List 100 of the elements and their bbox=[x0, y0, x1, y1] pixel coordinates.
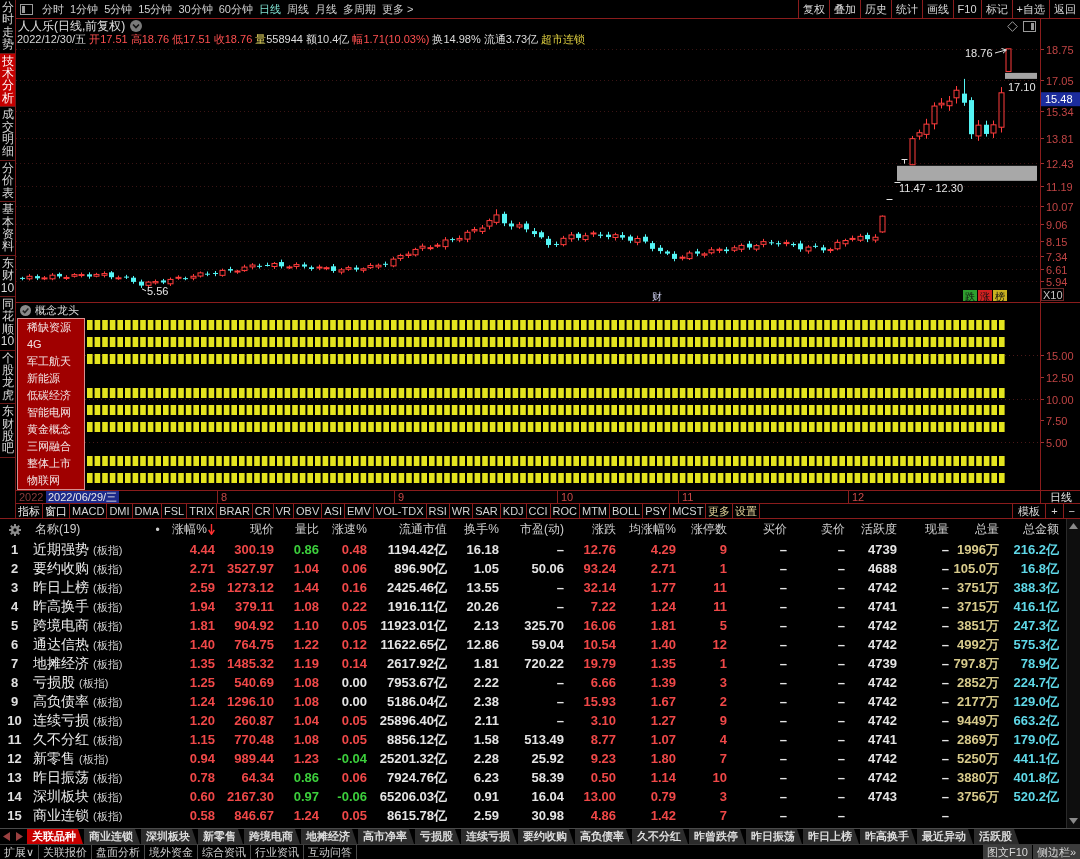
column-header[interactable]: 涨幅% bbox=[166, 519, 216, 540]
sheet-tab[interactable]: 昨曾跌停 bbox=[689, 829, 745, 844]
sheet-tab[interactable]: 深圳板块 bbox=[141, 829, 197, 844]
indicator-tab[interactable]: MTM bbox=[580, 504, 611, 518]
indicator-tab[interactable]: BRAR bbox=[217, 504, 253, 518]
indicator-tab[interactable]: FSL bbox=[162, 504, 188, 518]
indicator-tab[interactable]: ROC bbox=[550, 504, 580, 518]
sheet-tab[interactable]: 地摊经济 bbox=[301, 829, 357, 844]
panel-tab[interactable]: 扩展∨ bbox=[0, 845, 40, 859]
indicator-tab[interactable]: KDJ bbox=[500, 504, 527, 518]
sheet-tab[interactable]: 昨日振荡 bbox=[746, 829, 802, 844]
sheet-tab[interactable]: 昨日上榜 bbox=[803, 829, 859, 844]
panel-toggle-button[interactable]: 图文F10 bbox=[982, 845, 1032, 859]
sidebar-tab[interactable]: 东财10 bbox=[0, 255, 15, 297]
period-tab[interactable]: 5分钟 bbox=[101, 0, 136, 18]
sheet-tab[interactable]: 连续亏损 bbox=[461, 829, 517, 844]
toolbar-button[interactable]: F10 bbox=[952, 0, 981, 18]
sheet-tab[interactable]: 活跃股 bbox=[974, 829, 1019, 844]
indicator-tab[interactable]: VOL-TDX bbox=[373, 504, 427, 518]
column-header[interactable]: 量比 bbox=[275, 519, 320, 540]
sheet-tab[interactable]: 高市净率 bbox=[358, 829, 414, 844]
indicator-tab[interactable]: 更多 bbox=[706, 504, 734, 518]
period-tab[interactable]: 15分钟 bbox=[135, 0, 176, 18]
indicator-tab[interactable]: WR bbox=[449, 504, 474, 518]
period-tab[interactable]: 30分钟 bbox=[175, 0, 216, 18]
sidebar-tab[interactable]: 基本资料 bbox=[0, 202, 15, 256]
toolbar-button[interactable]: 叠加 bbox=[828, 0, 860, 18]
column-header[interactable]: 名称(19) bbox=[30, 519, 150, 540]
sidebar-tab[interactable]: 技术分析 bbox=[0, 53, 15, 108]
period-tab[interactable]: 月线 bbox=[312, 0, 340, 18]
indicator-tab[interactable]: TRIX bbox=[187, 504, 218, 518]
column-header[interactable]: 涨跌 bbox=[565, 519, 617, 540]
column-header[interactable]: 涨速% bbox=[320, 519, 368, 540]
sidebar-tab[interactable]: 成交明细 bbox=[0, 107, 15, 161]
sheet-tab[interactable]: 新零售 bbox=[198, 829, 243, 844]
sheet-tab[interactable]: 最近异动 bbox=[917, 829, 973, 844]
panel-tab[interactable]: 境外资金 bbox=[145, 845, 199, 859]
panel-tab[interactable]: 盘面分析 bbox=[92, 845, 146, 859]
column-header[interactable]: 现价 bbox=[216, 519, 275, 540]
panel-tool-button[interactable]: 模板 bbox=[1012, 504, 1046, 518]
column-header[interactable]: 总量 bbox=[950, 519, 1000, 540]
column-header[interactable]: 市盈(动) bbox=[500, 519, 565, 540]
sheet-tab[interactable]: 关联品种 bbox=[27, 829, 83, 844]
sheet-tab[interactable]: 亏损股 bbox=[415, 829, 460, 844]
period-tab[interactable]: 分时 bbox=[39, 0, 67, 18]
indicator-tab[interactable]: OBV bbox=[294, 504, 323, 518]
sheet-tab[interactable]: 昨高换手 bbox=[860, 829, 916, 844]
indicator-tab[interactable]: PSY bbox=[643, 504, 671, 518]
panel-tab[interactable]: 互动问答 bbox=[304, 845, 358, 859]
toolbar-button[interactable]: 标记 bbox=[980, 0, 1012, 18]
column-header[interactable]: • bbox=[150, 519, 166, 540]
indicator-tab[interactable]: SAR bbox=[473, 504, 501, 518]
indicator-tab[interactable]: 指标 bbox=[16, 504, 43, 518]
sheet-tab[interactable]: 高负债率 bbox=[575, 829, 631, 844]
panel-tab[interactable]: 行业资讯 bbox=[251, 845, 305, 859]
indicator-tab[interactable]: MCST bbox=[670, 504, 707, 518]
toolbar-button[interactable]: 画线 bbox=[921, 0, 953, 18]
period-tab[interactable]: 60分钟 bbox=[215, 0, 256, 18]
period-tab[interactable]: 更多 > bbox=[379, 0, 417, 18]
toolbar-button[interactable]: +自选 bbox=[1011, 0, 1049, 18]
sheet-tab[interactable]: 商业连锁 bbox=[84, 829, 140, 844]
period-tab[interactable]: 1分钟 bbox=[67, 0, 102, 18]
indicator-tab[interactable]: BOLL bbox=[610, 504, 644, 518]
column-header[interactable]: 均涨幅% bbox=[617, 519, 677, 540]
indicator-tab[interactable]: CCI bbox=[526, 504, 551, 518]
panel-tab[interactable]: 关联报价 bbox=[39, 845, 93, 859]
toolbar-button[interactable]: 返回 bbox=[1049, 0, 1080, 18]
panel-toggle-button[interactable]: 侧边栏» bbox=[1032, 845, 1080, 859]
toolbar-button[interactable]: 统计 bbox=[890, 0, 922, 18]
sidebar-tab[interactable]: 分时走势 bbox=[0, 0, 15, 54]
indicator-tab[interactable]: VR bbox=[273, 504, 294, 518]
column-header[interactable]: 换手% bbox=[448, 519, 500, 540]
column-header[interactable]: 流通市值 bbox=[368, 519, 448, 540]
period-tab[interactable]: 周线 bbox=[284, 0, 312, 18]
panel-tab[interactable]: 综合资讯 bbox=[198, 845, 252, 859]
sidebar-tab[interactable]: 个股龙虎 bbox=[0, 350, 15, 405]
indicator-tab[interactable]: ASI bbox=[322, 504, 345, 518]
indicator-tab[interactable]: CR bbox=[252, 504, 274, 518]
scrollbar[interactable] bbox=[1066, 519, 1080, 828]
indicator-tab[interactable]: EMV bbox=[344, 504, 374, 518]
column-header[interactable]: 现量 bbox=[898, 519, 950, 540]
column-header[interactable]: 总金额 bbox=[1000, 519, 1060, 540]
period-tab[interactable]: 多周期 bbox=[340, 0, 379, 18]
indicator-tab[interactable]: DMI bbox=[107, 504, 133, 518]
indicator-tab[interactable]: 设置 bbox=[733, 504, 761, 518]
indicator-tab[interactable]: MACD bbox=[70, 504, 108, 518]
period-tab[interactable]: 日线 bbox=[256, 0, 284, 18]
indicator-tab[interactable]: DMA bbox=[132, 504, 162, 518]
toolbar-button[interactable]: 历史 bbox=[859, 0, 891, 18]
sheet-tab[interactable]: 要约收购 bbox=[518, 829, 574, 844]
column-header[interactable]: 买价 bbox=[728, 519, 788, 540]
column-header[interactable]: 活跃度 bbox=[846, 519, 898, 540]
column-header[interactable]: 涨停数 bbox=[677, 519, 728, 540]
sheet-tab[interactable]: 久不分红 bbox=[632, 829, 688, 844]
column-header[interactable]: 卖价 bbox=[788, 519, 846, 540]
sidebar-tab[interactable]: 同花顺10 bbox=[0, 296, 15, 351]
toolbar-button[interactable]: 复权 bbox=[797, 0, 829, 18]
sidebar-tab[interactable]: 东财股吧 bbox=[0, 404, 15, 458]
sheet-tab[interactable]: 跨境电商 bbox=[244, 829, 300, 844]
indicator-tab[interactable]: RSI bbox=[426, 504, 450, 518]
